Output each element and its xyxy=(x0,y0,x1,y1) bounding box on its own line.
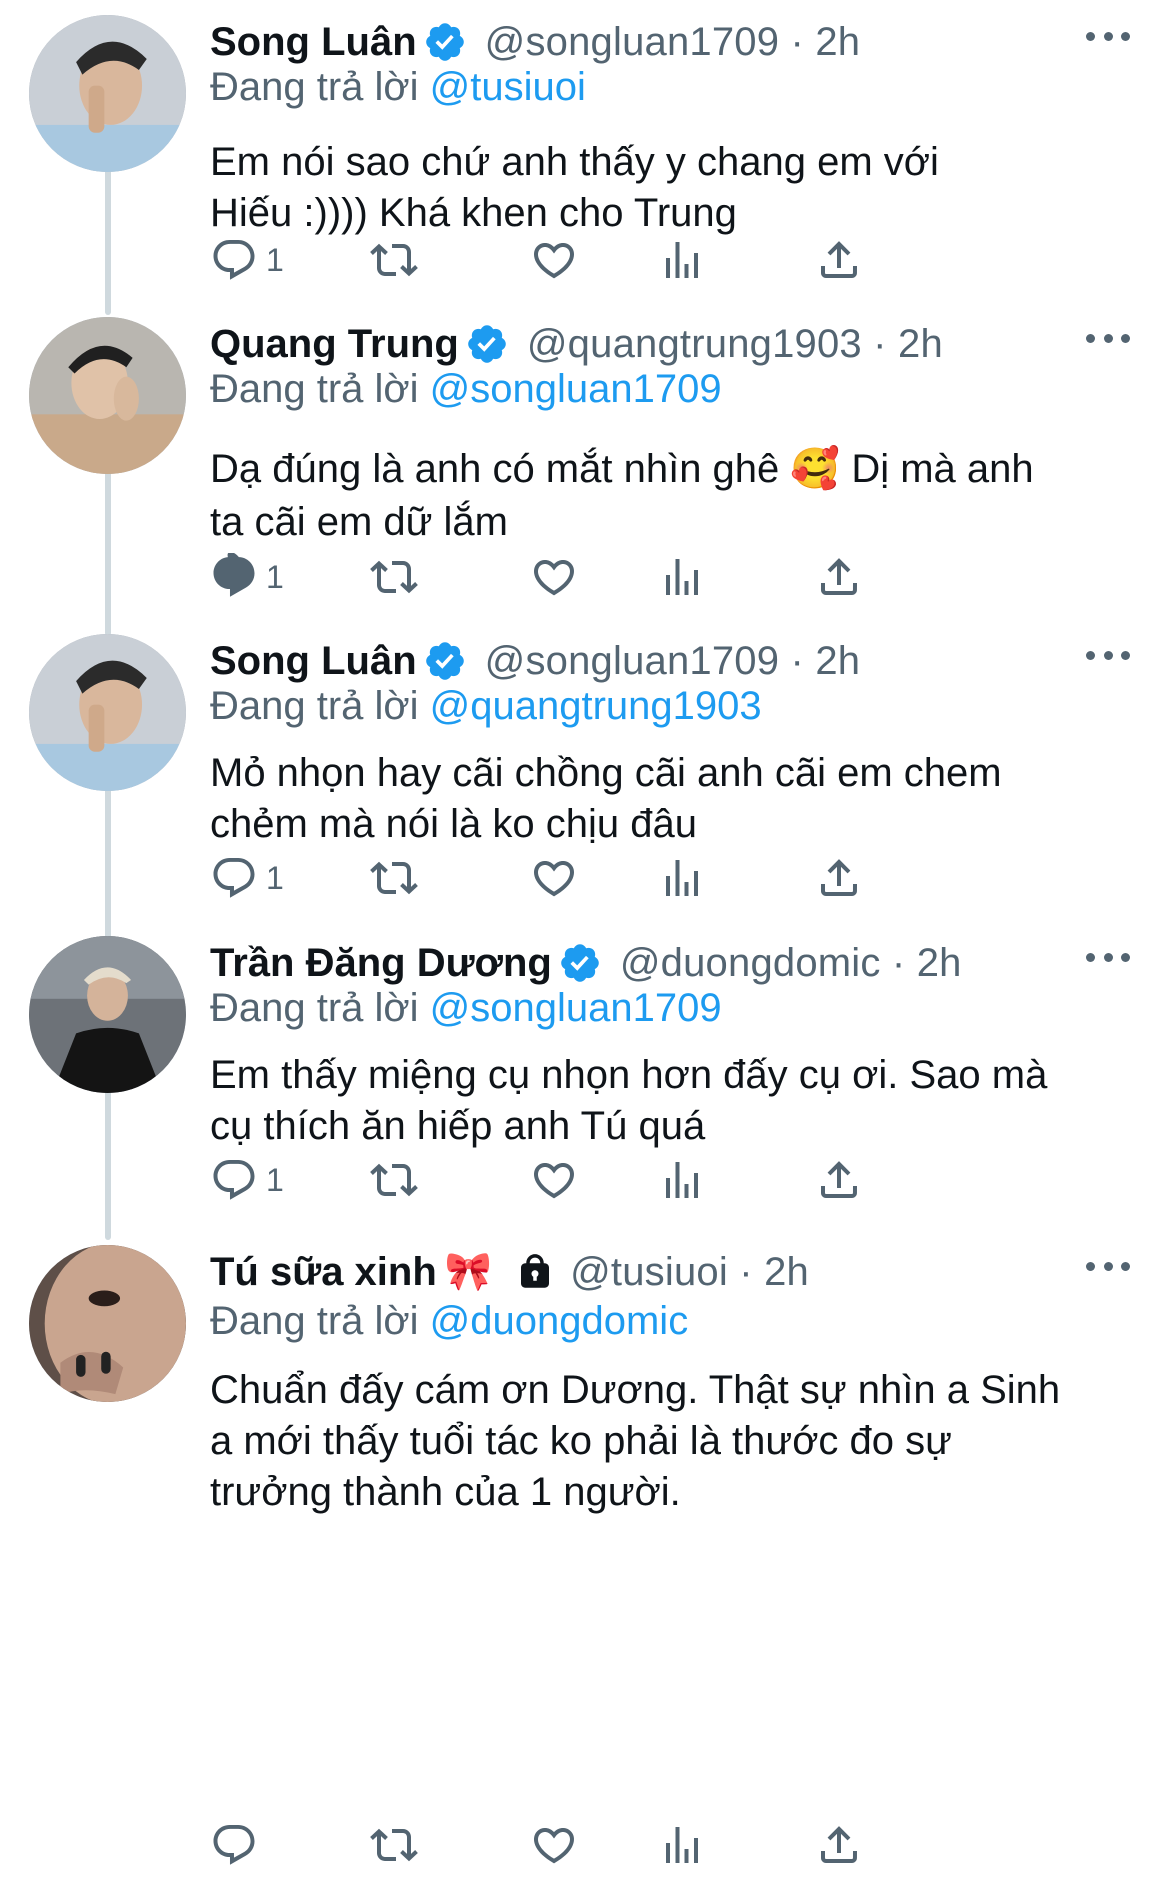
verified-badge-icon xyxy=(425,642,464,680)
reply-count: 1 xyxy=(266,1161,284,1198)
retweet-button[interactable] xyxy=(370,1815,418,1875)
share-upload-icon xyxy=(821,1161,857,1198)
views-button[interactable] xyxy=(658,1150,706,1210)
share-button[interactable] xyxy=(815,1815,863,1875)
retweet-button[interactable] xyxy=(370,230,418,290)
more-dots-icon[interactable] xyxy=(1086,1249,1130,1283)
handle-and-time[interactable]: @duongdomic · 2h xyxy=(620,941,962,986)
reply-to-handle[interactable]: @songluan1709 xyxy=(430,986,722,1030)
heart-icon xyxy=(533,1828,575,1864)
retweet-icon xyxy=(370,243,418,277)
reply-button[interactable]: 1 xyxy=(210,230,284,290)
author-name[interactable]: Tú sữa xinh xyxy=(210,1250,437,1295)
bar-chart-icon xyxy=(666,1162,698,1198)
retweet-button[interactable] xyxy=(370,848,418,908)
author-name[interactable]: Trần Đăng Dương xyxy=(210,941,552,986)
like-button[interactable] xyxy=(530,848,578,908)
thread-line xyxy=(105,1072,111,1240)
speech-bubble-icon xyxy=(213,1160,255,1200)
thread-line xyxy=(105,769,111,939)
reply-count: 1 xyxy=(266,241,284,278)
bar-chart-icon xyxy=(666,242,698,278)
tweet-text: Chuẩn đấy cám ơn Dương. Thật sự nhìn a S… xyxy=(210,1368,1061,1514)
replying-to: Đang trả lời @quangtrung1903 xyxy=(210,684,762,728)
more-dots-icon[interactable] xyxy=(1086,940,1130,974)
tweet-text: Mỏ nhọn hay cãi chồng cãi anh cãi em che… xyxy=(210,751,1002,846)
reply-to-handle[interactable]: @quangtrung1903 xyxy=(430,684,762,728)
verified-badge-icon xyxy=(425,23,464,61)
more-dots-icon[interactable] xyxy=(1086,19,1130,53)
retweet-button[interactable] xyxy=(370,547,418,607)
speech-bubble-icon xyxy=(213,858,255,898)
reply-button[interactable]: 1 xyxy=(210,547,284,607)
reply-to-handle[interactable]: @songluan1709 xyxy=(430,367,722,411)
avatar[interactable] xyxy=(29,634,186,791)
thread-line xyxy=(105,150,111,315)
avatar[interactable] xyxy=(29,15,186,172)
like-button[interactable] xyxy=(530,230,578,290)
reply-count: 1 xyxy=(266,859,284,896)
author-name[interactable]: Song Luân xyxy=(210,20,417,65)
share-button[interactable] xyxy=(815,1150,863,1210)
tweet-text: Em thấy miệng cụ nhọn hơn đấy cụ ơi. Sao… xyxy=(210,1053,1048,1148)
bar-chart-icon xyxy=(666,860,698,896)
more-dots-icon[interactable] xyxy=(1086,321,1130,355)
handle-and-time[interactable]: @songluan1709 · 2h xyxy=(485,639,861,684)
share-button[interactable] xyxy=(815,547,863,607)
handle-and-time[interactable]: @tusiuoi · 2h xyxy=(570,1250,809,1295)
avatar[interactable] xyxy=(29,936,186,1093)
avatar[interactable] xyxy=(29,1245,186,1402)
author-name[interactable]: Song Luân xyxy=(210,639,417,684)
share-upload-icon xyxy=(821,558,857,595)
reply-button[interactable]: 1 xyxy=(210,1150,284,1210)
reply-to-handle[interactable]: @tusiuoi xyxy=(430,65,586,109)
replying-to: Đang trả lời @duongdomic xyxy=(210,1299,689,1343)
retweet-icon xyxy=(370,1163,418,1197)
replying-to: Đang trả lời @tusiuoi xyxy=(210,65,586,109)
retweet-icon xyxy=(370,861,418,895)
handle-and-time[interactable]: @quangtrung1903 · 2h xyxy=(527,322,943,367)
retweet-icon xyxy=(370,1828,418,1862)
speech-bubble-icon xyxy=(213,240,255,280)
handle-and-time[interactable]: @songluan1709 · 2h xyxy=(485,20,861,65)
bar-chart-icon xyxy=(666,1827,698,1863)
share-upload-icon xyxy=(821,859,857,896)
verified-badge-icon xyxy=(468,325,506,363)
views-button[interactable] xyxy=(658,848,706,908)
bar-chart-icon xyxy=(666,559,698,595)
reply-button[interactable]: 1 xyxy=(210,848,284,908)
tweet-text: Em nói sao chứ anh thấy y chang em với H… xyxy=(210,140,939,235)
like-button[interactable] xyxy=(530,1150,578,1210)
retweet-icon xyxy=(370,560,418,594)
heart-icon xyxy=(533,1163,575,1199)
views-button[interactable] xyxy=(658,230,706,290)
speech-bubble-icon xyxy=(213,1825,255,1865)
share-upload-icon xyxy=(821,1826,857,1863)
reply-count: 1 xyxy=(266,558,284,595)
replying-to: Đang trả lời @songluan1709 xyxy=(210,367,722,411)
speech-bubble-icon xyxy=(213,553,255,597)
heart-icon xyxy=(533,861,575,897)
verified-badge-icon xyxy=(561,944,599,982)
heart-icon xyxy=(533,243,575,279)
like-button[interactable] xyxy=(530,547,578,607)
reply-to-handle[interactable]: @duongdomic xyxy=(430,1299,689,1343)
bow-emoji: 🎀 xyxy=(444,1251,493,1293)
share-upload-icon xyxy=(821,241,857,278)
lock-icon xyxy=(521,1254,550,1288)
views-button[interactable] xyxy=(658,1815,706,1875)
reply-button[interactable] xyxy=(210,1815,266,1875)
tweet-text: Dạ đúng là anh có mắt nhìn ghê 🥰 Dị mà a… xyxy=(210,447,1034,544)
views-button[interactable] xyxy=(658,547,706,607)
avatar[interactable] xyxy=(29,317,186,474)
like-button[interactable] xyxy=(530,1815,578,1875)
share-button[interactable] xyxy=(815,230,863,290)
thread-line xyxy=(105,451,111,636)
more-dots-icon[interactable] xyxy=(1086,638,1130,672)
heart-icon xyxy=(533,560,575,596)
replying-to: Đang trả lời @songluan1709 xyxy=(210,986,722,1030)
retweet-button[interactable] xyxy=(370,1150,418,1210)
share-button[interactable] xyxy=(815,848,863,908)
author-name[interactable]: Quang Trung xyxy=(210,322,459,367)
